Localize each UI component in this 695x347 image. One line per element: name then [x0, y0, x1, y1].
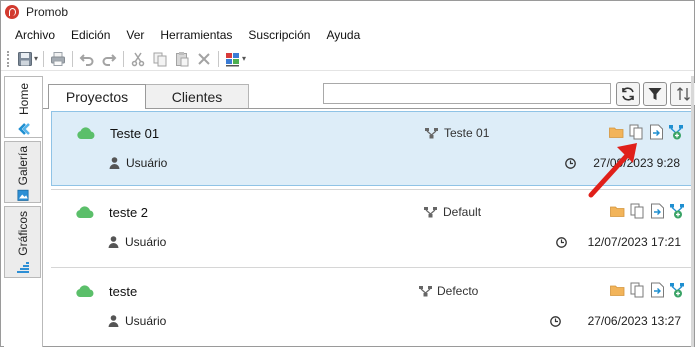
- cut-icon[interactable]: [129, 50, 147, 68]
- search-input[interactable]: [323, 83, 611, 104]
- duplicate-icon[interactable]: [630, 282, 645, 298]
- refresh-icon: [622, 87, 634, 101]
- project-date: 12/07/2023 17:21: [587, 235, 681, 249]
- library-tree-icon: [419, 286, 432, 297]
- project-library: Default: [443, 205, 482, 219]
- project-list: Teste 01 Usuário Teste 01 27/09/2023 9:2…: [43, 111, 695, 347]
- left-sidebar: Home Galería Gráficos: [4, 76, 42, 347]
- menu-bar: Archivo Edición Ver Herramientas Suscrip…: [1, 24, 694, 46]
- list-divider: [51, 189, 693, 190]
- save-dropdown-icon[interactable]: ▾: [34, 54, 38, 63]
- render-color-icon[interactable]: [224, 50, 242, 68]
- clock-icon: [556, 237, 567, 248]
- project-card[interactable]: Teste 01 Usuário Teste 01 27/09/2023 9:2…: [51, 111, 693, 186]
- export-icon[interactable]: [650, 282, 665, 298]
- toolbar-separator: [43, 50, 45, 67]
- project-date: 27/06/2023 13:27: [587, 314, 681, 328]
- project-name: teste 2: [109, 205, 149, 220]
- tab-strip: Proyectos Clientes: [48, 84, 249, 109]
- tab-proyectos[interactable]: Proyectos: [48, 84, 146, 109]
- chart-icon: [16, 261, 29, 273]
- share-tree-icon[interactable]: [669, 124, 684, 140]
- toolbar: ▾ ▾: [1, 47, 694, 71]
- duplicate-icon[interactable]: [630, 203, 645, 219]
- title-bar: Promob: [1, 1, 694, 23]
- project-actions: [610, 203, 685, 219]
- side-tab-home[interactable]: Home: [4, 76, 42, 138]
- window-edge: [691, 76, 694, 347]
- side-tab-graficos[interactable]: Gráficos: [4, 206, 41, 278]
- gallery-icon: [16, 190, 29, 202]
- menu-ayuda[interactable]: Ayuda: [318, 24, 368, 46]
- save-icon[interactable]: [16, 50, 34, 68]
- cloud-icon: [77, 127, 95, 139]
- cloud-icon: [76, 285, 94, 297]
- main-panel: Proyectos Clientes Teste 01 Usuário Test…: [42, 76, 695, 347]
- toolbar-separator: [218, 50, 220, 67]
- open-folder-icon[interactable]: [609, 124, 624, 140]
- list-divider: [51, 267, 693, 268]
- project-user: Usuário: [125, 235, 167, 249]
- library-tree-icon: [425, 128, 438, 139]
- project-name: Teste 01: [110, 126, 160, 141]
- refresh-button[interactable]: [616, 82, 640, 106]
- window-title: Promob: [26, 5, 69, 19]
- project-name: teste: [109, 284, 138, 299]
- side-tab-label: Home: [16, 83, 31, 116]
- menu-suscripcion[interactable]: Suscripción: [240, 24, 318, 46]
- open-folder-icon[interactable]: [610, 282, 625, 298]
- project-user: Usuário: [125, 314, 167, 328]
- project-library: Teste 01: [444, 126, 490, 140]
- project-card[interactable]: teste Usuário Defecto 27/06/2023 13:27: [51, 270, 693, 345]
- delete-icon[interactable]: [195, 50, 213, 68]
- project-user: Usuário: [126, 156, 168, 170]
- clock-icon: [550, 316, 561, 327]
- project-actions: [609, 124, 684, 140]
- project-library: Defecto: [437, 284, 479, 298]
- sort-icon: [676, 87, 690, 101]
- tab-clientes[interactable]: Clientes: [145, 84, 249, 108]
- duplicate-icon[interactable]: [629, 124, 644, 140]
- export-icon[interactable]: [650, 203, 665, 219]
- open-folder-icon[interactable]: [610, 203, 625, 219]
- undo-icon[interactable]: [78, 50, 96, 68]
- side-tab-galeria[interactable]: Galería: [4, 141, 41, 203]
- filter-icon: [648, 88, 662, 100]
- print-icon[interactable]: [49, 50, 67, 68]
- library-tree-icon: [424, 207, 437, 218]
- project-date: 27/09/2023 9:28: [593, 156, 680, 170]
- project-actions: [610, 282, 685, 298]
- side-tab-label: Gráficos: [15, 211, 30, 256]
- menu-herramientas[interactable]: Herramientas: [152, 24, 240, 46]
- filter-button[interactable]: [643, 82, 667, 106]
- share-tree-icon[interactable]: [670, 203, 685, 219]
- user-icon: [108, 315, 119, 327]
- cloud-icon: [76, 206, 94, 218]
- menu-ver[interactable]: Ver: [118, 24, 152, 46]
- user-icon: [108, 236, 119, 248]
- promob-logo-icon: [5, 5, 19, 19]
- redo-icon[interactable]: [100, 50, 118, 68]
- render-dropdown-icon[interactable]: ▾: [242, 54, 246, 63]
- share-tree-icon[interactable]: [670, 282, 685, 298]
- toolbar-separator: [123, 50, 125, 67]
- copy-icon[interactable]: [151, 50, 169, 68]
- menu-edicion[interactable]: Edición: [63, 24, 118, 46]
- paste-icon[interactable]: [173, 50, 191, 68]
- menu-archivo[interactable]: Archivo: [1, 24, 63, 46]
- toolbar-grip[interactable]: [7, 50, 10, 67]
- clock-icon: [565, 158, 576, 169]
- export-icon[interactable]: [649, 124, 664, 140]
- project-card[interactable]: teste 2 Usuário Default 12/07/2023 17:21: [51, 191, 693, 266]
- toolbar-separator: [72, 50, 74, 67]
- side-tab-label: Galería: [15, 146, 30, 186]
- home-chevron-icon: [17, 123, 30, 135]
- user-icon: [109, 157, 120, 169]
